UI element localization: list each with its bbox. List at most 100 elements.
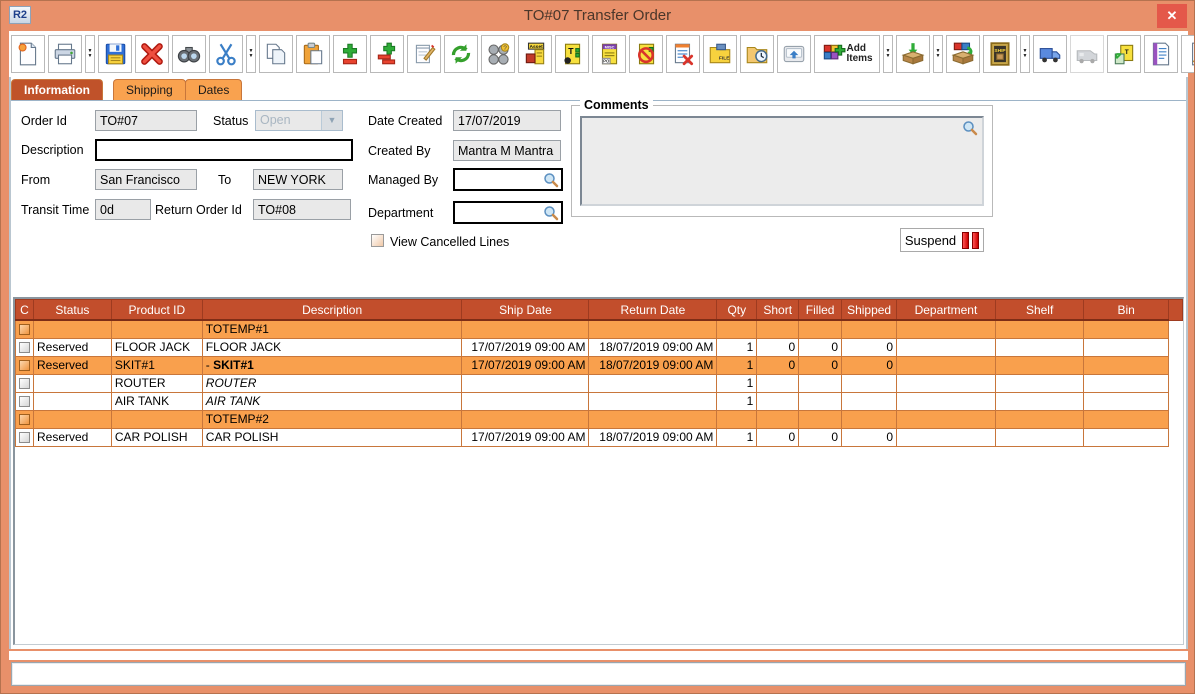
cell-return-date[interactable]: 18/07/2019 09:00 AM — [589, 356, 717, 374]
cell-product-id[interactable]: ROUTER — [111, 374, 202, 392]
cell-department[interactable] — [897, 356, 996, 374]
column-header-ship-date[interactable]: Ship Date — [462, 300, 589, 321]
add-items-button[interactable]: Add Items — [814, 35, 880, 73]
cell-department[interactable] — [897, 338, 996, 356]
cell-description[interactable]: - SKIT#1 — [202, 356, 462, 374]
table-row[interactable]: AIR TANKAIR TANK1 — [16, 392, 1183, 410]
row-checkbox[interactable] — [19, 360, 30, 371]
cell-product-id[interactable]: AIR TANK — [111, 392, 202, 410]
receive-button-dropdown[interactable]: ▼▼ — [933, 35, 943, 73]
cell-ship-date[interactable]: 17/07/2019 09:00 AM — [462, 428, 589, 446]
column-header-description[interactable]: Description — [202, 300, 462, 321]
report-button[interactable] — [1144, 35, 1178, 73]
column-header-status[interactable]: Status — [34, 300, 112, 321]
cell-short[interactable] — [757, 374, 799, 392]
cell-bin[interactable] — [1084, 392, 1169, 410]
row-checkbox[interactable] — [19, 342, 30, 353]
edit-notes-button[interactable] — [407, 35, 441, 73]
row-checkbox[interactable] — [19, 378, 30, 389]
cell-short[interactable]: 0 — [757, 338, 799, 356]
cell-filled[interactable]: 0 — [799, 428, 842, 446]
cell-shelf[interactable] — [995, 374, 1084, 392]
cell-qty[interactable]: 1 — [717, 374, 757, 392]
column-header-c[interactable]: C — [16, 300, 34, 321]
cell-shipped[interactable]: 0 — [842, 356, 897, 374]
table-row[interactable]: ReservedFLOOR JACKFLOOR JACK17/07/2019 0… — [16, 338, 1183, 356]
cell-filled[interactable] — [799, 410, 842, 428]
cut-button-dropdown[interactable]: ▼▼ — [246, 35, 256, 73]
print-button-dropdown[interactable]: ▼▼ — [85, 35, 95, 73]
cell-shelf[interactable] — [995, 320, 1084, 338]
cell-return-date[interactable] — [589, 320, 717, 338]
column-header-qty[interactable]: Qty — [717, 300, 757, 321]
date-created-field[interactable] — [453, 110, 561, 131]
table-row[interactable]: TOTEMP#1 — [16, 320, 1183, 338]
cell-shipped[interactable]: 0 — [842, 428, 897, 446]
cell-shelf[interactable] — [995, 410, 1084, 428]
cell-description[interactable]: ROUTER — [202, 374, 462, 392]
cell-filled[interactable]: 0 — [799, 338, 842, 356]
row-checkbox[interactable] — [19, 432, 30, 443]
receive-button[interactable] — [896, 35, 930, 73]
cell-short[interactable] — [757, 410, 799, 428]
cell-shelf[interactable] — [995, 338, 1084, 356]
cell-return-date[interactable]: 18/07/2019 09:00 AM — [589, 338, 717, 356]
table-row[interactable]: ReservedCAR POLISHCAR POLISH17/07/2019 0… — [16, 428, 1183, 446]
transfer-button[interactable]: T — [1107, 35, 1141, 73]
misc-po-button[interactable]: MISCPO — [592, 35, 626, 73]
delete-button[interactable] — [135, 35, 169, 73]
cell-return-date[interactable]: 18/07/2019 09:00 AM — [589, 428, 717, 446]
cell-description[interactable]: TOTEMP#2 — [202, 410, 462, 428]
close-button[interactable]: ✕ — [1157, 4, 1187, 28]
find-button[interactable] — [172, 35, 206, 73]
cell-product-id[interactable] — [111, 410, 202, 428]
cell-department[interactable] — [897, 374, 996, 392]
cell-short[interactable]: 0 — [757, 428, 799, 446]
cell-shipped[interactable] — [842, 374, 897, 392]
cell-qty[interactable]: 1 — [717, 356, 757, 374]
cell-status[interactable] — [34, 320, 112, 338]
comments-search-icon[interactable] — [962, 120, 978, 136]
column-header-shelf[interactable]: Shelf — [995, 300, 1084, 321]
cell-product-id[interactable] — [111, 320, 202, 338]
cell-department[interactable] — [897, 320, 996, 338]
history-button[interactable] — [740, 35, 774, 73]
cell-status[interactable] — [34, 392, 112, 410]
row-checkbox[interactable] — [19, 396, 30, 407]
from-field[interactable] — [95, 169, 197, 190]
return-button[interactable] — [946, 35, 980, 73]
add-multiple-button[interactable] — [370, 35, 404, 73]
cell-qty[interactable]: 1 — [717, 428, 757, 446]
cell-product-id[interactable]: SKIT#1 — [111, 356, 202, 374]
return-order-id-field[interactable] — [253, 199, 351, 220]
cell-filled[interactable] — [799, 392, 842, 410]
order-id-field[interactable] — [95, 110, 197, 131]
cell-ship-date[interactable]: 17/07/2019 09:00 AM — [462, 338, 589, 356]
cell-bin[interactable] — [1084, 320, 1169, 338]
tab-dates[interactable]: Dates — [185, 79, 242, 100]
save-button[interactable] — [98, 35, 132, 73]
cell-short[interactable] — [757, 320, 799, 338]
add-items-button-dropdown[interactable]: ▼▼ — [883, 35, 893, 73]
suspend-button[interactable]: Suspend — [900, 228, 984, 252]
cell-status[interactable]: Reserved — [34, 338, 112, 356]
to-field[interactable] — [253, 169, 343, 190]
cell-ship-date[interactable] — [462, 320, 589, 338]
new-button[interactable] — [11, 35, 45, 73]
cell-shipped[interactable]: 0 — [842, 338, 897, 356]
status-dropdown-icon[interactable]: ▼ — [321, 111, 342, 130]
tab-shipping[interactable]: Shipping — [113, 79, 186, 100]
cell-return-date[interactable] — [589, 410, 717, 428]
cut-button[interactable] — [209, 35, 243, 73]
department-search-icon[interactable] — [543, 205, 559, 221]
description-field[interactable] — [95, 139, 353, 161]
view-cancelled-checkbox[interactable] — [371, 234, 384, 247]
created-by-field[interactable] — [453, 140, 561, 161]
refresh-button[interactable] — [444, 35, 478, 73]
cell-short[interactable] — [757, 392, 799, 410]
cell-filled[interactable] — [799, 374, 842, 392]
cell-department[interactable] — [897, 392, 996, 410]
table-row[interactable]: ROUTERROUTER 1 — [16, 374, 1183, 392]
cell-department[interactable] — [897, 428, 996, 446]
row-checkbox[interactable] — [19, 414, 30, 425]
